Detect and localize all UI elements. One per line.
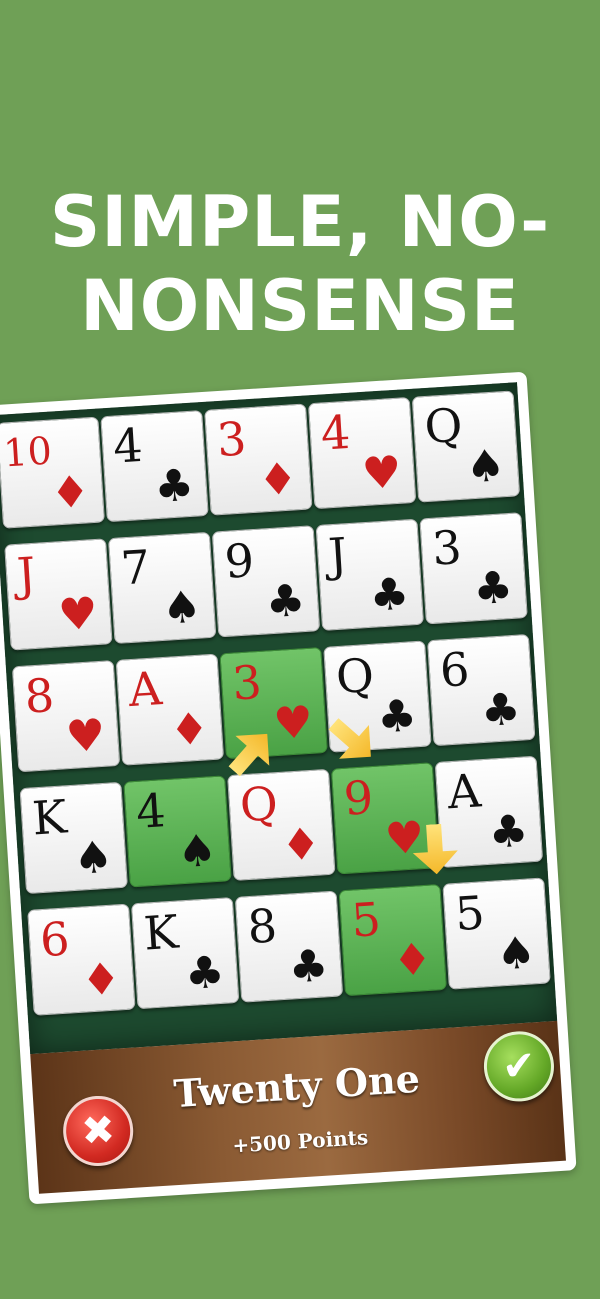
playing-card[interactable]: Q ♦ [227,768,336,881]
card-suit-icon: ♠ [175,825,219,879]
card-suit-icon: ♠ [160,581,204,635]
card-rank: K [142,904,180,961]
card-suit-icon: ♦ [168,703,211,757]
card-suit-icon: ♣ [183,946,227,1001]
checkmark-icon: ✔ [500,1042,538,1091]
card-rank: A [126,661,164,718]
card-suit-icon: ♥ [271,696,315,751]
card-rank: J [15,546,38,602]
playing-card[interactable]: 4 ♠ [123,775,232,888]
game-board: 10 ♦ 4 ♣ 3 ♦ 4 ♥ Q ♠ J ♥ 7 ♠ 9 ♣ J ♣ 3 ♣ 8 ♥ A ♦ 3 ♥ Q ♣ 6 ♣ K ♠ 4 ♠ Q ♦ 9 ♥ A… [0,371,577,1205]
playing-card[interactable]: K ♠ [19,781,128,895]
card-suit-icon: ♣ [368,568,411,622]
card-rank: 4 [111,417,145,474]
headline-line-2: NONSENSE [80,265,520,347]
card-rank: 3 [230,654,264,711]
hand-name: Twenty One [172,1055,422,1117]
playing-card[interactable]: Q ♠ [411,390,521,503]
card-rank: K [30,789,69,846]
card-rank: A [445,763,483,820]
card-rank: 4 [319,404,352,461]
card-rank: 7 [119,539,152,596]
card-rank: 5 [453,885,487,942]
card-suit-icon: ♦ [49,466,92,520]
card-table: 10 ♦ 4 ♣ 3 ♦ 4 ♥ Q ♠ J ♥ 7 ♠ 9 ♣ J ♣ 3 ♣ 8 ♥ A ♦ 3 ♥ Q ♣ 6 ♣ K ♠ 4 ♠ Q ♦ 9 ♥ A… [0,382,558,1055]
card-suit-icon: ♣ [152,459,196,514]
card-rank: Q [422,397,464,455]
card-rank: 6 [438,641,471,698]
headline-line-1: SIMPLE, NO- [49,181,551,263]
card-suit-icon: ♥ [64,709,107,764]
card-suit-icon: ♠ [494,927,538,981]
card-rank: J [326,527,349,583]
card-grid: 10 ♦ 4 ♣ 3 ♦ 4 ♥ Q ♠ J ♥ 7 ♠ 9 ♣ J ♣ 3 ♣ 8 ♥ A ♦ 3 ♥ Q ♣ 6 ♣ K ♠ 4 ♠ Q ♦ 9 ♥ A… [0,390,553,1021]
card-rank: 10 [2,428,54,476]
card-rank: 9 [223,533,256,589]
card-rank: 3 [430,520,464,576]
playing-card[interactable]: 4 ♥ [307,396,417,510]
card-suit-icon: ♦ [79,953,123,1007]
playing-card[interactable]: 3 ♣ [419,512,528,625]
playing-card[interactable]: 5 ♦ [338,883,448,997]
card-suit-icon: ♣ [264,574,307,629]
card-rank: 8 [23,667,56,724]
card-rank: 4 [134,783,168,839]
card-suit-icon: ♣ [487,805,530,859]
playing-card[interactable]: 3 ♦ [204,403,313,516]
playing-card[interactable]: 5 ♠ [442,877,551,990]
card-suit-icon: ♦ [391,933,434,988]
card-rank: Q [334,647,376,705]
card-suit-icon: ♠ [72,831,115,885]
card-suit-icon: ♣ [287,940,330,994]
playing-card[interactable]: 4 ♣ [100,410,209,523]
card-suit-icon: ♣ [375,690,419,744]
headline: SIMPLE, NO- NONSENSE [0,180,600,348]
card-rank: 5 [349,891,383,948]
card-rank: 8 [245,898,279,955]
playing-card[interactable]: 9 ♣ [211,525,321,638]
playing-card[interactable]: 6 ♣ [427,633,536,747]
playing-card[interactable]: 6 ♦ [27,903,136,1016]
card-suit-icon: ♦ [256,453,300,507]
playing-card[interactable]: K ♣ [130,897,240,1010]
playing-card[interactable]: 8 ♣ [234,890,344,1003]
card-rank: 6 [38,911,72,968]
card-suit-icon: ♣ [479,683,523,738]
card-suit-icon: ♠ [464,440,507,494]
playing-card[interactable]: 8 ♥ [11,660,121,773]
card-suit-icon: ♣ [471,561,515,616]
card-rank: 3 [215,411,248,468]
playing-card[interactable]: 10 ♦ [0,416,105,529]
card-suit-icon: ♥ [360,446,404,501]
playing-card[interactable]: 3 ♥ [219,647,328,760]
card-rank: Q [238,776,280,833]
card-rank: 9 [342,770,375,826]
playing-card[interactable]: J ♣ [315,518,425,631]
card-suit-icon: ♦ [279,818,323,872]
playing-card[interactable]: J ♥ [4,538,113,651]
playing-card[interactable]: A ♦ [115,653,225,766]
playing-card[interactable]: 7 ♠ [107,531,217,644]
card-suit-icon: ♥ [56,588,100,642]
